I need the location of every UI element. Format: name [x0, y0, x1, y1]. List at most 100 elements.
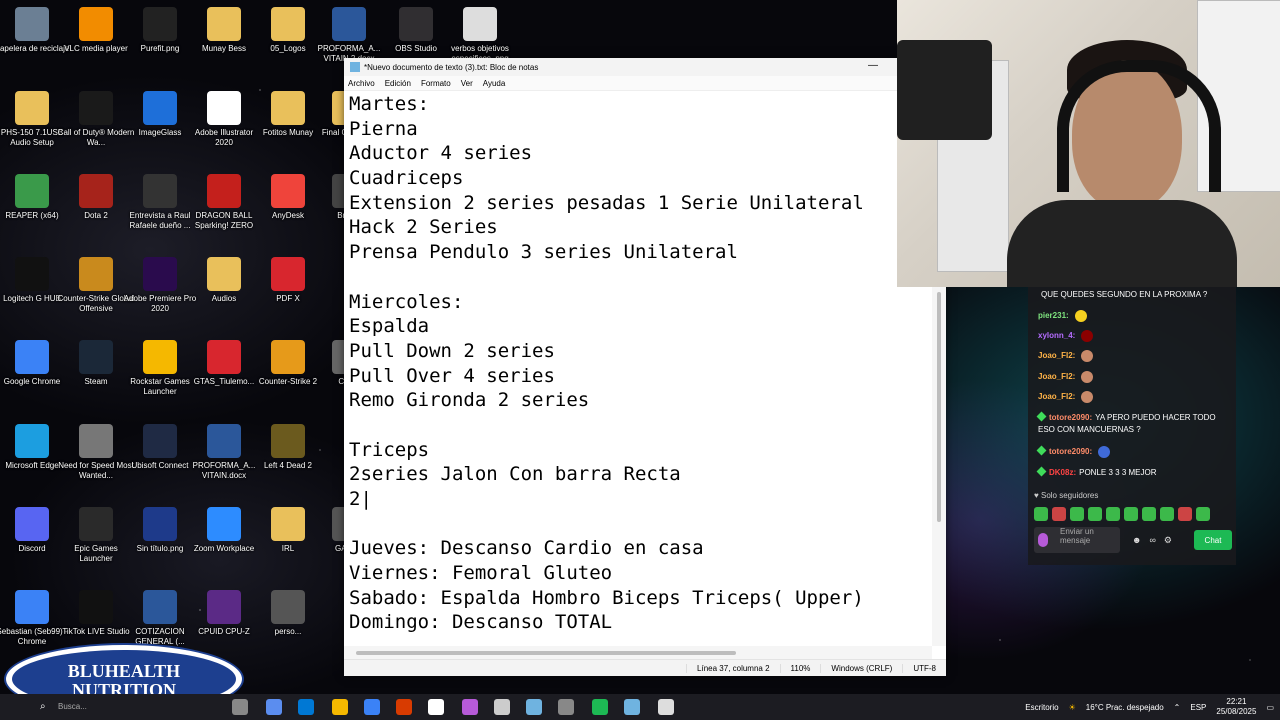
app-icon — [79, 257, 113, 291]
menu-item[interactable]: Formato — [421, 79, 451, 88]
menu-item[interactable]: Ver — [461, 79, 473, 88]
emote[interactable] — [1178, 507, 1192, 521]
text-line: Triceps — [349, 438, 430, 461]
chat-message: QUE QUEDES SEGUNDO EN LA PROXIMA ? — [1038, 289, 1230, 301]
weather-icon: ☀ — [1068, 702, 1076, 712]
chat-username[interactable]: xylonn_4: — [1038, 331, 1075, 340]
app-icon — [79, 590, 113, 624]
desktop-icon-label: Left 4 Dead 2 — [263, 461, 313, 470]
logo-line1: BLUHEALTH — [67, 661, 181, 681]
chat-username[interactable]: DK08z: — [1049, 468, 1076, 477]
weather-text[interactable]: 16°C Prac. despejado — [1086, 703, 1164, 712]
chat-message: Joao_FI2: — [1038, 391, 1230, 403]
emote[interactable] — [1142, 507, 1156, 521]
language-indicator[interactable]: ESP — [1190, 703, 1206, 712]
app-icon — [271, 424, 305, 458]
emote[interactable] — [1196, 507, 1210, 521]
chat-username[interactable]: totore2090: — [1049, 413, 1092, 422]
chat-username[interactable]: Joao_FI2: — [1038, 392, 1075, 401]
notepad-statusbar: Línea 37, columna 2 110% Windows (CRLF) … — [344, 659, 946, 676]
text-line: Domingo: Descanso TOTAL — [349, 611, 613, 634]
emote[interactable] — [1052, 507, 1066, 521]
app-icon — [463, 7, 497, 41]
app-icon — [143, 7, 177, 41]
desktop-icon[interactable]: PDF X — [249, 253, 327, 333]
chat-input[interactable]: Enviar un mensaje — [1034, 527, 1120, 553]
taskbar-app-icon[interactable] — [332, 699, 348, 715]
chat-username[interactable]: pier231: — [1038, 311, 1069, 320]
emote[interactable] — [1160, 507, 1174, 521]
emote[interactable] — [1070, 507, 1084, 521]
badge-icon — [1036, 411, 1047, 422]
text-line: Hack 2 Series — [349, 216, 498, 239]
desktop-icon[interactable]: perso... — [249, 586, 327, 666]
text-line: Jueves: Descanso Cardio en casa — [349, 537, 704, 560]
taskbar-app-icon[interactable] — [462, 699, 478, 715]
taskbar-search[interactable]: Busca... — [58, 702, 87, 711]
taskbar-app-icon[interactable] — [526, 699, 542, 715]
microphone-icon[interactable] — [1038, 533, 1048, 547]
badge-icon — [1036, 466, 1047, 477]
minimize-button[interactable]: — — [868, 60, 878, 71]
app-icon — [207, 91, 241, 125]
taskbar-app-icon[interactable] — [494, 699, 510, 715]
scroll-thumb[interactable] — [937, 292, 941, 522]
notepad-text-area[interactable]: Martes: Pierna Aductor 4 series Cuadriceps E… — [344, 92, 932, 646]
emote[interactable] — [1088, 507, 1102, 521]
desktop-label[interactable]: Escritorio — [1025, 703, 1058, 712]
desktop-icon-label: PDF X — [276, 294, 300, 303]
emote-icon — [1098, 446, 1111, 458]
app-icon — [143, 91, 177, 125]
app-icon — [15, 507, 49, 541]
emote-row[interactable] — [1034, 507, 1210, 521]
emote[interactable] — [1034, 507, 1048, 521]
app-icon — [143, 340, 177, 374]
points-icon[interactable]: ∞ — [1149, 535, 1155, 546]
notification-icon[interactable]: ▭ — [1266, 703, 1274, 712]
taskbar-app-icon[interactable] — [298, 699, 314, 715]
app-icon — [143, 424, 177, 458]
clock[interactable]: 22:21 25/08/2025 — [1216, 697, 1256, 717]
app-icon — [332, 7, 366, 41]
app-icon — [15, 424, 49, 458]
desktop-icon[interactable]: Left 4 Dead 2 — [249, 420, 327, 500]
emote[interactable] — [1106, 507, 1120, 521]
taskbar-app-icon[interactable] — [232, 699, 248, 715]
app-icon — [271, 7, 305, 41]
taskbar-app-icon[interactable] — [592, 699, 608, 715]
chat-username[interactable]: totore2090: — [1049, 447, 1092, 456]
taskbar-app-icon[interactable] — [624, 699, 640, 715]
taskbar-app-icon[interactable] — [396, 699, 412, 715]
scroll-thumb[interactable] — [356, 651, 736, 655]
taskbar-app-icon[interactable] — [428, 699, 444, 715]
emote[interactable] — [1124, 507, 1138, 521]
chat-username[interactable]: Joao_FI2: — [1038, 372, 1075, 381]
taskbar-app-icon[interactable] — [364, 699, 380, 715]
taskbar-app-icon[interactable] — [266, 699, 282, 715]
chat-tools: ☻ ∞ ⚙ — [1132, 535, 1172, 546]
gear-icon[interactable]: ⚙ — [1164, 535, 1172, 546]
app-icon — [143, 507, 177, 541]
person-body — [1007, 200, 1237, 287]
system-tray: Escritorio ☀ 16°C Prac. despejado ⌃ ESP … — [1025, 694, 1274, 720]
taskbar-app-icon[interactable] — [658, 699, 674, 715]
notepad-titlebar[interactable]: *Nuevo documento de texto (3).txt: Bloc … — [344, 58, 946, 76]
emoji-icon[interactable]: ☻ — [1132, 535, 1141, 546]
chat-send-button[interactable]: Chat — [1194, 530, 1232, 550]
chevron-up-icon[interactable]: ⌃ — [1174, 703, 1181, 712]
taskbar: ⌕ Busca... Escritorio ☀ 16°C Prac. despe… — [0, 694, 1280, 720]
menu-item[interactable]: Ayuda — [483, 79, 506, 88]
clock-time: 22:21 — [1226, 697, 1247, 706]
menu-item[interactable]: Archivo — [348, 79, 375, 88]
app-icon — [207, 174, 241, 208]
menu-item[interactable]: Edición — [385, 79, 411, 88]
horizontal-scrollbar[interactable] — [344, 646, 932, 660]
chat-message: xylonn_4: — [1038, 330, 1230, 342]
search-icon[interactable]: ⌕ — [40, 701, 46, 712]
taskbar-app-icon[interactable] — [558, 699, 574, 715]
text-line: 2series Jalon Con barra Recta — [349, 463, 681, 486]
status-zoom: 110% — [779, 663, 821, 673]
followers-text: Solo seguidores — [1040, 491, 1099, 500]
chat-username[interactable]: Joao_FI2: — [1038, 351, 1075, 360]
notepad-window[interactable]: *Nuevo documento de texto (3).txt: Bloc … — [344, 58, 946, 676]
